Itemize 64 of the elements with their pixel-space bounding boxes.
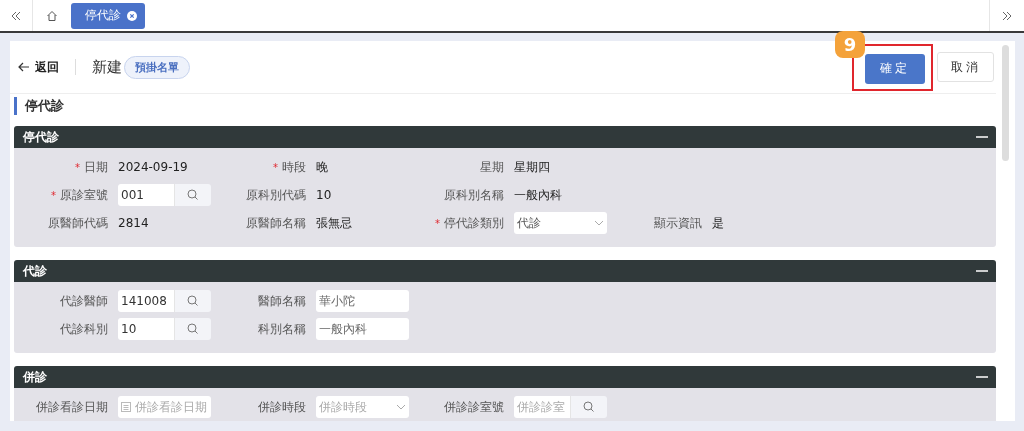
field-label: 原科別名稱 xyxy=(444,187,504,202)
field-label: 星期 xyxy=(480,159,504,174)
input-field[interactable]: 10 xyxy=(118,318,174,340)
back-arrow-icon xyxy=(18,62,30,72)
required-mark: * xyxy=(75,161,80,173)
field-value: 是 xyxy=(712,215,724,230)
field-value: 2814 xyxy=(118,216,149,230)
collapse-icon[interactable] xyxy=(10,10,22,21)
required-mark: * xyxy=(435,217,440,229)
home-icon[interactable] xyxy=(46,9,58,22)
field-value: 張無忌 xyxy=(316,215,352,230)
input-field[interactable]: 併診診室 xyxy=(514,396,570,418)
field-value: 一般內科 xyxy=(514,187,562,202)
select-field[interactable]: 代診 xyxy=(514,212,607,234)
field-label: 原醫師代碼 xyxy=(48,215,108,230)
input-field[interactable]: 華小陀 xyxy=(316,290,409,312)
field-label: 原醫師名稱 xyxy=(246,215,306,230)
required-mark: * xyxy=(273,161,278,173)
field-label: 時段 xyxy=(282,159,306,174)
field-label: 原診室號 xyxy=(60,187,108,202)
list-badge: 預掛名單 xyxy=(124,55,190,79)
field-label: 日期 xyxy=(84,159,108,174)
panel-header[interactable]: 併診 xyxy=(14,366,996,388)
expand-icon[interactable] xyxy=(1001,10,1013,21)
field-label: 原科別代碼 xyxy=(246,187,306,202)
close-icon[interactable] xyxy=(127,10,137,21)
search-icon xyxy=(583,401,595,413)
tab[interactable]: 停代診 xyxy=(71,2,145,29)
search-icon xyxy=(187,295,199,307)
panel-title: 停代診 xyxy=(23,128,59,146)
input-field[interactable]: 001 xyxy=(118,184,174,206)
page-title: 新建 xyxy=(92,57,122,77)
section-title: 停代診 xyxy=(25,97,64,115)
field-value: 晚 xyxy=(316,159,328,174)
field-label: 科別名稱 xyxy=(258,321,306,336)
back-link[interactable]: 返回 xyxy=(18,58,59,76)
field-label: 代診科別 xyxy=(60,321,108,336)
accent-bar xyxy=(14,97,17,115)
field-label: 顯示資訊 xyxy=(654,215,702,230)
scrollbar-thumb[interactable] xyxy=(1002,45,1009,161)
confirm-button[interactable]: 確定 xyxy=(865,53,925,84)
field-label: 醫師名稱 xyxy=(258,293,306,308)
panel-header[interactable]: 代診 xyxy=(14,260,996,282)
field-value: 10 xyxy=(316,188,332,202)
panel-title: 代診 xyxy=(23,262,47,280)
search-icon xyxy=(187,323,199,335)
field-label: 併診診室號 xyxy=(444,399,504,414)
field-value: 星期四 xyxy=(514,159,550,174)
search-icon xyxy=(187,189,199,201)
caret-icon xyxy=(396,404,406,410)
field-label: 併診時段 xyxy=(258,399,306,414)
calendar-icon xyxy=(121,402,131,412)
field-label: 停代診類別 xyxy=(444,215,504,230)
field-label: 併診看診日期 xyxy=(36,399,108,414)
caret-icon xyxy=(594,220,604,226)
cancel-button[interactable]: 取消 xyxy=(937,52,994,82)
panel-title: 併診 xyxy=(23,368,47,386)
input-field[interactable]: 141008 xyxy=(118,290,174,312)
input-field[interactable]: 一般內科 xyxy=(316,318,409,340)
field-label: 代診醫師 xyxy=(60,293,108,308)
step-badge: 9 xyxy=(835,30,865,58)
panel-header[interactable]: 停代診 xyxy=(14,126,996,148)
required-mark: * xyxy=(51,189,56,201)
field-value: 2024-09-19 xyxy=(118,160,188,174)
